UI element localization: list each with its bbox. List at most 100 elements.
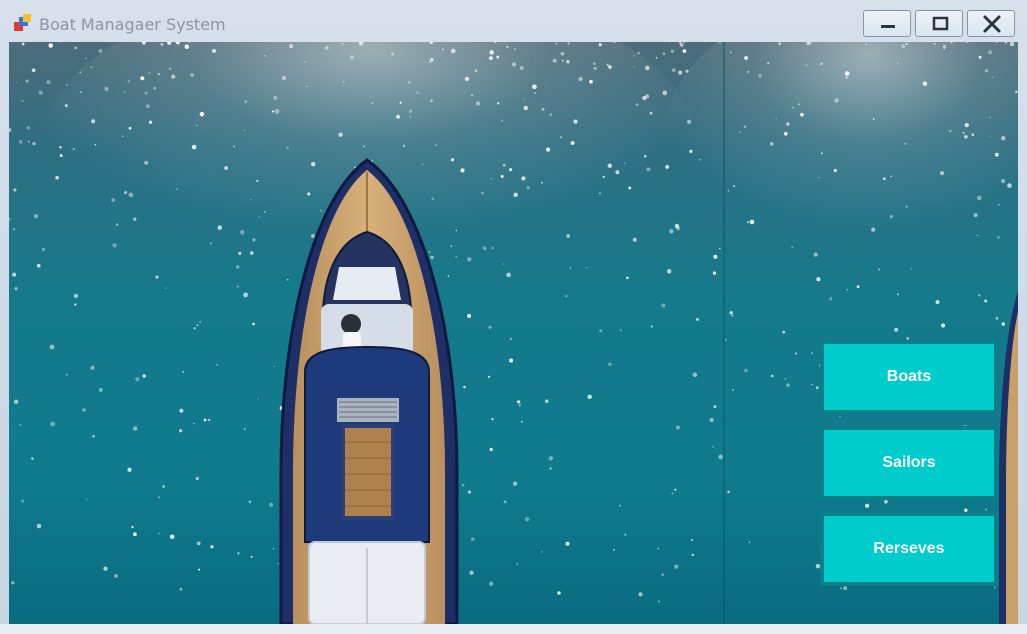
sparkle: [997, 236, 1000, 239]
sparkle: [805, 64, 808, 67]
sparkle: [786, 383, 790, 388]
sparkle: [169, 534, 175, 540]
sparkle: [813, 252, 818, 257]
sparkle: [839, 415, 841, 418]
sparkle: [133, 217, 137, 221]
sparkle: [624, 533, 627, 536]
title-bar[interactable]: Boat Managaer System: [0, 0, 1027, 42]
sparkle: [128, 192, 134, 198]
sparkle: [775, 118, 777, 120]
minimize-button[interactable]: [863, 10, 911, 37]
sparkle: [566, 60, 570, 64]
sparkle: [560, 136, 562, 139]
sparkle: [160, 43, 164, 46]
sparkle: [506, 45, 509, 48]
sparkle: [450, 48, 456, 54]
sparkle: [104, 86, 109, 91]
app-icon: [14, 14, 31, 31]
sparkle: [1007, 183, 1012, 188]
sparkle: [341, 43, 344, 45]
sparkle: [237, 285, 239, 288]
sparkle: [731, 314, 734, 317]
sparkle: [307, 192, 311, 196]
sparkle: [399, 101, 402, 104]
sparkle: [79, 91, 82, 94]
sparkle: [657, 547, 659, 550]
sparkle: [12, 272, 17, 277]
reserves-button[interactable]: Rerseves: [820, 512, 998, 586]
maximize-button[interactable]: [915, 10, 963, 37]
sparkle: [509, 358, 514, 363]
sparkle: [286, 278, 289, 281]
sparkle: [555, 42, 558, 45]
sparkle: [303, 60, 306, 63]
sparkle: [21, 42, 25, 46]
sparkle: [271, 110, 274, 113]
sparkle: [884, 499, 888, 504]
sparkle: [782, 330, 786, 334]
sparkle: [573, 119, 578, 124]
sparkle: [252, 322, 255, 326]
sparkle: [157, 73, 160, 76]
sparkle: [25, 79, 29, 83]
sparkle: [718, 454, 724, 460]
sparkle: [319, 209, 323, 212]
sparkle: [447, 275, 450, 277]
sparkle: [731, 388, 735, 391]
sparkle: [430, 57, 434, 62]
sparkle: [237, 552, 240, 555]
sparkle: [243, 292, 249, 298]
sparkle: [481, 191, 484, 195]
sparkle: [942, 44, 947, 49]
sparkle: [922, 81, 928, 86]
sparkle: [184, 44, 190, 49]
sparkle: [820, 152, 823, 155]
sparkle: [15, 81, 17, 84]
sparkle: [516, 400, 521, 404]
boats-button[interactable]: Boats: [820, 340, 998, 414]
sailors-button[interactable]: Sailors: [820, 426, 998, 500]
sparkle: [281, 75, 287, 81]
sparkle: [649, 111, 653, 115]
sparkle: [816, 277, 821, 282]
sparkle: [471, 537, 475, 541]
sparkle: [565, 294, 568, 298]
sparkle: [407, 81, 411, 84]
sparkle: [811, 383, 813, 386]
sparkle: [1009, 42, 1015, 47]
sparkle: [371, 160, 373, 162]
sparkle: [593, 66, 597, 70]
sparkle: [416, 91, 419, 95]
sparkle: [140, 76, 145, 81]
sparkle: [593, 62, 596, 65]
sparkle: [856, 285, 860, 289]
sparkle: [633, 55, 635, 57]
sparkle: [518, 403, 521, 407]
sparkle: [371, 102, 374, 105]
sparkle: [13, 399, 19, 405]
sparkle: [632, 237, 637, 242]
sparkle: [131, 525, 134, 529]
sparkle: [324, 46, 329, 50]
sparkle: [658, 600, 660, 603]
sparkle: [991, 76, 994, 79]
sparkle: [248, 500, 252, 504]
sparkle: [748, 541, 751, 543]
sparkle: [523, 105, 528, 111]
sparkle: [391, 52, 395, 56]
sparkle: [257, 398, 259, 400]
sparkle: [488, 56, 493, 61]
sparkle: [620, 329, 622, 332]
sparkle: [905, 205, 908, 208]
sparkle: [455, 229, 457, 232]
sparkle: [520, 420, 523, 423]
sparkle: [27, 140, 30, 143]
sparkle: [428, 250, 431, 254]
sparkle: [662, 90, 668, 96]
close-button[interactable]: [967, 10, 1015, 37]
sparkle: [238, 251, 242, 255]
sparkle: [273, 365, 276, 368]
sparkle: [135, 377, 140, 382]
sparkle: [578, 76, 583, 82]
sparkle: [896, 293, 899, 296]
